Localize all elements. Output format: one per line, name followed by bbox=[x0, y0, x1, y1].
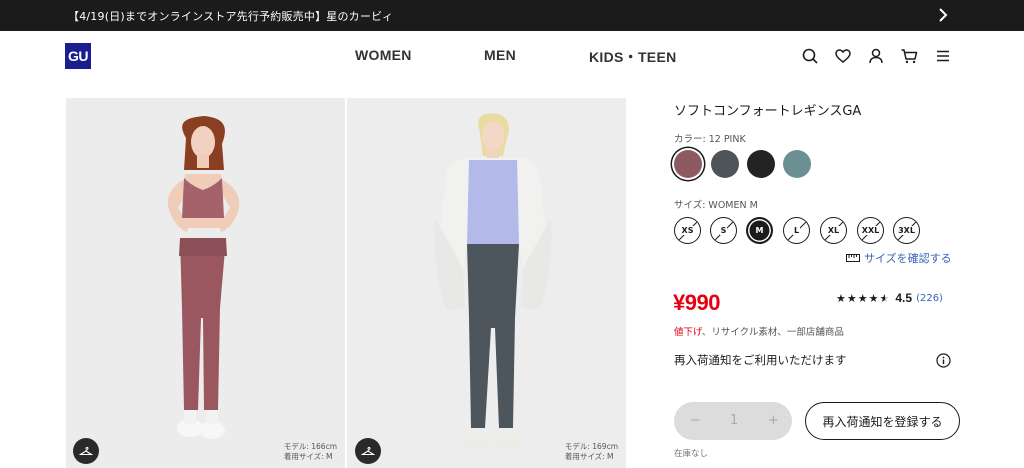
size-label: サイズ: WOMEN M bbox=[674, 200, 758, 211]
hanger-icon bbox=[79, 446, 93, 456]
size-option-label: L bbox=[792, 226, 801, 235]
color-label: カラー: 12 PINK bbox=[674, 134, 746, 145]
rating-stars: ★★★★★ bbox=[836, 292, 890, 305]
gu-logo[interactable]: GU bbox=[65, 43, 91, 69]
price: ¥990 bbox=[673, 290, 720, 315]
stock-status: 在庫なし bbox=[674, 449, 709, 459]
model-info: モデル: 169cm 着用サイズ: M bbox=[565, 442, 618, 462]
model-size: 着用サイズ: M bbox=[283, 452, 333, 461]
size-option-label: XXL bbox=[860, 226, 881, 235]
announcement-text[interactable]: 【4/19(日)までオンラインストア先行予約販売中】星のカービィ bbox=[68, 8, 393, 24]
model-image-gray bbox=[434, 113, 552, 452]
half-star-icon: ★ bbox=[879, 291, 891, 305]
search-icon[interactable] bbox=[801, 47, 819, 65]
size-option-label: XL bbox=[826, 226, 841, 235]
product-photo-1[interactable]: モデル: 166cm 着用サイズ: M bbox=[66, 98, 345, 468]
star-icon: ★ bbox=[836, 291, 847, 305]
star-icon: ★ bbox=[857, 291, 869, 305]
size-guide-label[interactable]: サイズを確認する bbox=[864, 250, 952, 266]
size-option-l[interactable]: L bbox=[783, 217, 810, 244]
cart-icon[interactable] bbox=[900, 47, 918, 65]
nav-kids-teen[interactable]: KIDS・TEEN bbox=[589, 47, 677, 67]
try-on-button[interactable] bbox=[73, 438, 99, 464]
model-info: モデル: 166cm 着用サイズ: M bbox=[284, 442, 337, 462]
rating-value: 4.5 bbox=[895, 291, 913, 305]
size-guide-link[interactable]: サイズを確認する bbox=[846, 250, 952, 266]
size-option-3xl[interactable]: 3XL bbox=[893, 217, 920, 244]
product-photo-2[interactable]: モデル: 169cm 着用サイズ: M bbox=[347, 98, 626, 468]
announcement-bar[interactable]: 【4/19(日)までオンラインストア先行予約販売中】星のカービィ bbox=[0, 0, 1024, 31]
quantity-value: 1 bbox=[730, 413, 739, 428]
size-option-label: S bbox=[719, 226, 728, 235]
model-height: モデル: 169cm bbox=[564, 442, 618, 451]
restock-register-button[interactable]: 再入荷通知を登録する bbox=[805, 402, 960, 440]
color-swatch[interactable] bbox=[711, 150, 739, 178]
quantity-stepper: − 1 + bbox=[674, 402, 792, 440]
quantity-decrease-button[interactable]: − bbox=[690, 413, 701, 428]
size-option-s[interactable]: S bbox=[710, 217, 737, 244]
user-icon[interactable] bbox=[867, 47, 885, 65]
badge-sale: 値下げ bbox=[674, 327, 702, 338]
review-count-link[interactable]: (226) bbox=[916, 293, 943, 304]
product-badges: 値下げ、リサイクル素材、一部店舗商品 bbox=[674, 324, 844, 338]
try-on-button[interactable] bbox=[355, 438, 381, 464]
model-size: 着用サイズ: M bbox=[564, 452, 614, 461]
quantity-increase-button[interactable]: + bbox=[768, 413, 779, 428]
color-swatch[interactable] bbox=[747, 150, 775, 178]
star-icon: ★ bbox=[846, 291, 858, 305]
chevron-right-icon[interactable] bbox=[936, 7, 950, 23]
size-option-xxl[interactable]: XXL bbox=[857, 217, 884, 244]
rating[interactable]: ★★★★★ 4.5 (226) bbox=[836, 291, 943, 305]
size-option-xs[interactable]: XS bbox=[674, 217, 701, 244]
nav-men[interactable]: MEN bbox=[484, 47, 516, 63]
nav-women[interactable]: WOMEN bbox=[355, 47, 412, 63]
color-swatch[interactable] bbox=[783, 150, 811, 178]
heart-icon[interactable] bbox=[834, 47, 852, 65]
model-height: モデル: 166cm bbox=[283, 442, 337, 451]
size-option-xl[interactable]: XL bbox=[820, 217, 847, 244]
size-option-label: M bbox=[755, 226, 764, 235]
star-icon: ★ bbox=[868, 291, 880, 305]
size-option-label: XS bbox=[680, 226, 695, 235]
badge-rest: 、リサイクル素材、一部店舗商品 bbox=[701, 327, 844, 338]
info-icon[interactable] bbox=[936, 353, 951, 368]
product-title: ソフトコンフォートレギンスGA bbox=[674, 104, 862, 119]
menu-icon[interactable] bbox=[934, 47, 952, 65]
size-option-inner: M bbox=[750, 221, 769, 240]
restock-notice: 再入荷通知をご利用いただけます bbox=[674, 353, 847, 367]
ruler-icon bbox=[846, 254, 860, 262]
site-header: GU WOMEN MEN KIDS・TEEN bbox=[0, 31, 1024, 81]
hanger-icon bbox=[361, 446, 375, 456]
size-option-label: 3XL bbox=[897, 226, 916, 235]
size-option-m[interactable]: M bbox=[746, 217, 773, 244]
color-swatch[interactable] bbox=[674, 150, 702, 178]
model-image-pink bbox=[167, 116, 240, 439]
